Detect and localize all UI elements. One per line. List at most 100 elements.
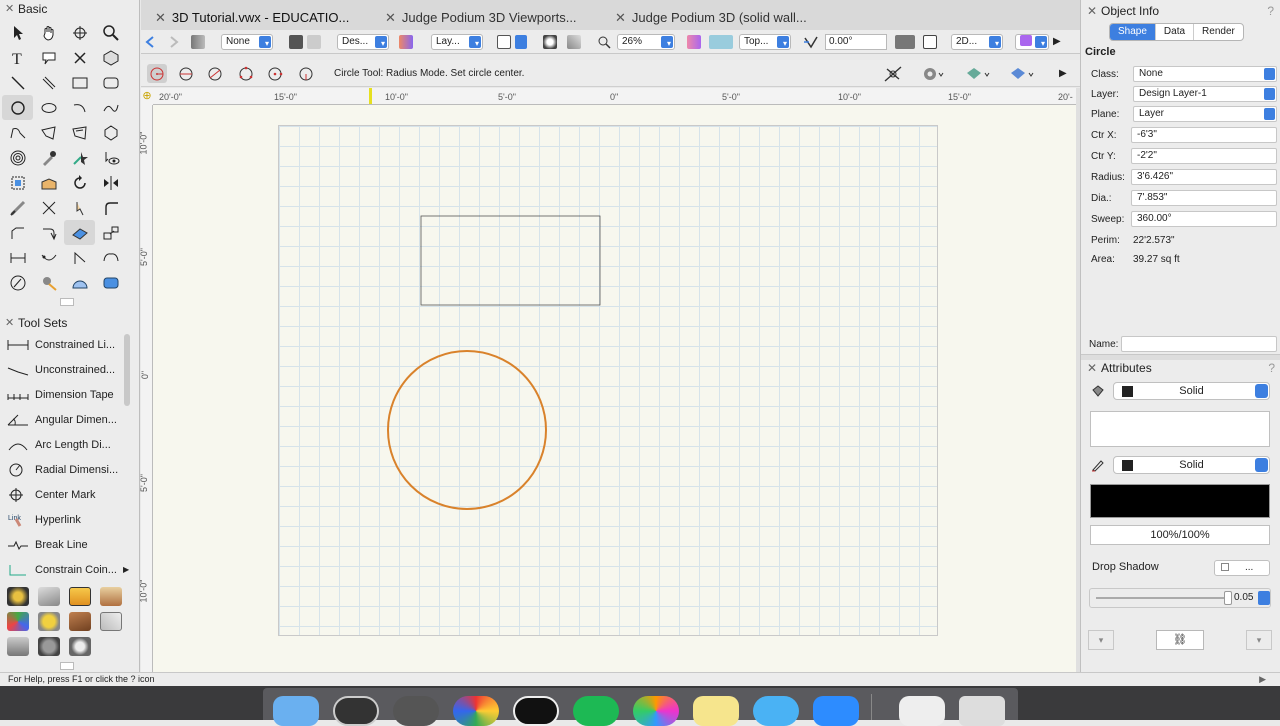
selection-tool-icon[interactable] — [2, 20, 33, 45]
section-tool-icon[interactable] — [64, 245, 95, 270]
ruler-origin-icon[interactable]: ⊕ — [141, 88, 153, 105]
collapse-basic-icon[interactable] — [60, 298, 74, 306]
toolset-item[interactable]: Unconstrained... — [0, 357, 134, 382]
modebar-overflow-icon[interactable]: ▶ — [1059, 68, 1067, 79]
drop-shadow-controls[interactable]: ... — [1214, 560, 1270, 576]
toolset-item[interactable]: Angular Dimen... — [0, 407, 134, 432]
pen-preview[interactable] — [1090, 484, 1270, 518]
offset-tool-icon[interactable] — [33, 220, 64, 245]
oval-tool-icon[interactable] — [33, 95, 64, 120]
view-dropdown[interactable]: Top... ▾ — [739, 33, 791, 50]
status-arrow-icon[interactable]: ▶ — [1259, 673, 1266, 686]
trim-tool-icon[interactable] — [33, 195, 64, 220]
forward-icon[interactable] — [167, 33, 181, 50]
close-icon[interactable]: ✕ — [1087, 0, 1097, 22]
toolset-item[interactable]: Link Hyperlink — [0, 507, 134, 532]
revision-cloud-tool-icon[interactable] — [95, 245, 126, 270]
furniture-toolset-icon[interactable] — [64, 609, 95, 634]
finder-icon[interactable] — [273, 696, 319, 726]
tab-judge-podium-viewports[interactable]: ✕ Judge Podium 3D Viewports... — [385, 6, 617, 31]
render-mode-dropdown[interactable]: 2D... ▾ — [951, 33, 1003, 50]
help-icon[interactable]: ? — [1267, 0, 1274, 22]
measure-tool-icon[interactable] — [2, 270, 33, 295]
dimension-tool-icon[interactable] — [2, 245, 33, 270]
diameter-mode-icon[interactable] — [176, 64, 196, 83]
name-field[interactable] — [1121, 336, 1277, 352]
3d-modeling-toolset-icon[interactable] — [2, 609, 33, 634]
toolset-item[interactable]: Constrained Li... — [0, 332, 134, 357]
rotate-tool-icon[interactable] — [64, 170, 95, 195]
launchpad-icon[interactable] — [333, 696, 379, 726]
double-polygon-tool-icon[interactable] — [64, 120, 95, 145]
eraser-tool-icon[interactable] — [64, 220, 95, 245]
gear-toolset-icon[interactable] — [64, 634, 95, 659]
ctry-field[interactable]: -2'2" — [1131, 148, 1277, 164]
building-shell-toolset-icon[interactable] — [33, 584, 64, 609]
class-select[interactable]: None — [1133, 66, 1277, 82]
opacity-button[interactable]: 100%/100% — [1090, 525, 1270, 545]
toolset-item[interactable]: Constrain Coin... ▶ — [0, 557, 134, 582]
drop-shadow-checkbox[interactable] — [1221, 563, 1229, 571]
chamfer-tool-icon[interactable] — [2, 220, 33, 245]
zoom-icon[interactable] — [597, 33, 611, 50]
chrome-icon[interactable] — [453, 696, 499, 726]
fillet-tool-icon[interactable] — [95, 195, 126, 220]
tangent-radius-mode-icon[interactable] — [296, 64, 316, 83]
split-tool-icon[interactable] — [2, 195, 33, 220]
plane-select[interactable]: Layer — [1133, 106, 1277, 122]
eyedropper-tool-icon[interactable] — [33, 145, 64, 170]
layers-icon[interactable] — [289, 33, 321, 50]
close-icon[interactable]: ✕ — [5, 0, 14, 18]
three-point-mode-icon[interactable] — [205, 64, 225, 83]
protractor-tool-icon[interactable] — [64, 270, 95, 295]
tangent-mode-icon[interactable] — [236, 64, 256, 83]
3d-tool-options-icon[interactable] — [1009, 65, 1035, 86]
freehand-tool-icon[interactable] — [95, 95, 126, 120]
dims-notes-toolset-icon[interactable] — [2, 584, 33, 609]
plane-mode-icon[interactable] — [709, 33, 733, 50]
projection-dropdown[interactable]: ▾ — [1015, 33, 1049, 50]
visibility-tool-icon[interactable] — [95, 145, 126, 170]
rectangle-object[interactable] — [420, 215, 601, 306]
vectorworks-icon[interactable] — [513, 696, 559, 726]
close-tab-icon[interactable]: ✕ — [155, 10, 166, 25]
pan-tool-icon[interactable] — [33, 20, 64, 45]
machine-toolset-icon[interactable] — [33, 634, 64, 659]
wall-tool-options-icon[interactable] — [965, 65, 991, 86]
rectangle-tool-icon[interactable] — [64, 70, 95, 95]
palette-splitter[interactable] — [133, 320, 137, 342]
zoom-icon-dock[interactable] — [813, 696, 859, 726]
notes-icon[interactable] — [693, 696, 739, 726]
circle-object[interactable] — [387, 350, 547, 510]
drawing-canvas[interactable] — [153, 105, 1076, 672]
toolset-item[interactable]: Arc Length Di... — [0, 432, 134, 457]
rounded-rectangle-tool-icon[interactable] — [95, 70, 126, 95]
tool-preferences-icon[interactable] — [921, 65, 945, 86]
flyover-tool-icon[interactable] — [64, 20, 95, 45]
regular-polygon-tool-icon[interactable] — [95, 120, 126, 145]
toolset-item[interactable]: Radial Dimensi... — [0, 457, 134, 482]
circle-tool-icon[interactable] — [2, 95, 33, 120]
tab-data[interactable]: Data — [1156, 24, 1195, 40]
diameter-field[interactable]: 7'.853" — [1131, 190, 1277, 206]
messages-icon[interactable] — [753, 696, 799, 726]
attributes-right-button[interactable]: ▾ — [1246, 630, 1272, 650]
working-plane-icon[interactable] — [687, 33, 701, 50]
back-icon[interactable] — [143, 33, 157, 50]
close-tab-icon[interactable]: ✕ — [385, 10, 396, 25]
clip-cube-tool-icon[interactable] — [2, 170, 33, 195]
collapse-toolsets-icon[interactable] — [60, 662, 74, 670]
layout-icon[interactable] — [923, 33, 937, 50]
link-icon[interactable]: ⛓ — [1156, 630, 1204, 650]
radius-field[interactable]: 3'6.426" — [1131, 169, 1277, 185]
zoom-dropdown[interactable]: 26% ▾ — [617, 33, 675, 50]
tab-shape[interactable]: Shape — [1110, 24, 1156, 40]
tab-judge-podium-solid[interactable]: ✕ Judge Podium 3D (solid wall... — [615, 6, 845, 31]
toolset-item[interactable]: Center Mark — [0, 482, 134, 507]
fastener-toolset-icon[interactable] — [2, 634, 33, 659]
sweep-field[interactable]: 360.00° — [1131, 211, 1277, 227]
toolset-item[interactable]: Dimension Tape — [0, 382, 134, 407]
toolbar-overflow-icon[interactable]: ▶ — [1053, 33, 1061, 50]
attributes-left-button[interactable]: ▾ — [1088, 630, 1114, 650]
layer-options-icon[interactable] — [399, 33, 413, 50]
